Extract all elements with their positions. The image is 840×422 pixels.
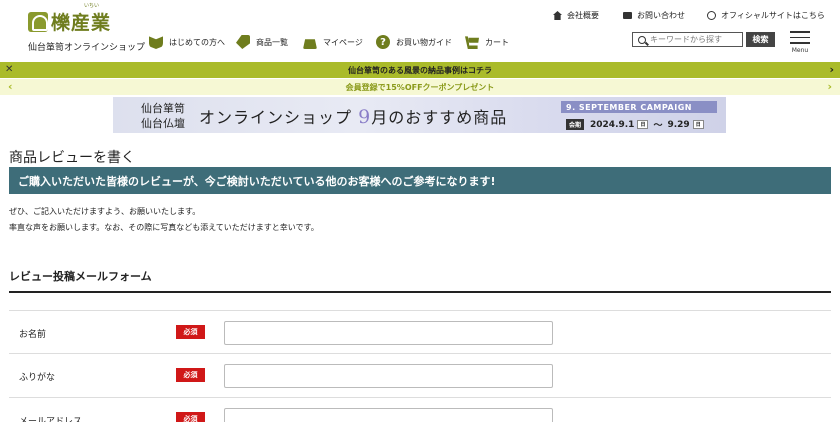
logo-mark-icon (28, 11, 48, 32)
email-field[interactable] (224, 408, 553, 422)
promo-bar[interactable]: ‹ 会員登録で15%OFFクーポンプレゼント › (0, 79, 840, 95)
cart-icon (465, 36, 479, 49)
menu-label: Menu (791, 46, 809, 54)
intro-text-line2: 率直な声をお願いします。なお、その際に写真なども添えていただけますと幸いです。 (9, 223, 319, 232)
chevron-right-icon[interactable]: › (829, 63, 834, 76)
intro-text-line1: ぜひ、ご記入いただけますよう、お願いいたします。 (9, 207, 201, 216)
site-logo[interactable]: 櫟産業 いちい (28, 3, 112, 35)
field-label: ふりがな (19, 373, 56, 383)
search-input[interactable] (650, 35, 740, 44)
nav-item-products[interactable]: 商品一覧 (236, 35, 288, 49)
site-tagline: 仙台箪笥オンラインショップ (28, 43, 146, 53)
nav-item-label: はじめての方へ (169, 37, 225, 47)
notice-text[interactable]: 仙台箪笥のある風景の納品事例はコチラ (348, 65, 492, 76)
lead-banner: ご購入いただいた皆様のレビューが、今ご検討いただいている他のお客様へのご参考にな… (9, 167, 831, 194)
notice-bar[interactable]: ✕ 仙台箪笥のある風景の納品事例はコチラ › (0, 62, 840, 78)
form-row-name: お名前 必須 (9, 310, 831, 354)
required-badge: 必須 (176, 325, 205, 339)
period-tilde: ～ (653, 121, 663, 131)
campaign-period: 会期 2024.9.1 日 ～ 9.29 日 (566, 118, 709, 131)
mail-icon (623, 12, 632, 19)
hamburger-icon (790, 31, 810, 33)
form-title: レビュー投稿メールフォーム (9, 270, 152, 283)
field-label: お名前 (19, 330, 47, 340)
campaign-title-pre: オンラインショップ (199, 108, 359, 127)
logo-text: 櫟産業 (51, 12, 112, 34)
form-divider (9, 291, 831, 293)
util-link-official-site[interactable]: オフィシャルサイトはこちら (707, 10, 825, 21)
util-link-contact[interactable]: お問い合わせ (623, 10, 685, 21)
site-header: 櫟産業 いちい 仙台箪笥オンラインショップ 会社概要 お問い合わせ オフィシャル… (0, 0, 840, 61)
campaign-brand-line1: 仙台箪笥 (141, 102, 185, 115)
period-start: 2024.9.1 (590, 119, 635, 130)
building-icon (553, 11, 562, 20)
close-icon[interactable]: ✕ (5, 64, 13, 75)
globe-icon (707, 11, 716, 20)
nav-item-first-time[interactable]: はじめての方へ (149, 35, 225, 49)
hamburger-icon-bar (790, 36, 810, 38)
util-link-label: オフィシャルサイトはこちら (721, 11, 825, 20)
period-start-day: 日 (637, 120, 649, 129)
campaign-title: オンラインショップ 9月のおすすめ商品 (199, 104, 507, 128)
menu-button[interactable]: Menu (790, 31, 810, 54)
page-title: 商品レビューを書く (9, 150, 135, 166)
chevron-right-icon[interactable]: › (827, 80, 832, 93)
period-end: 9.29 (667, 119, 690, 130)
hamburger-icon-bar (790, 42, 810, 44)
nav-item-label: 商品一覧 (256, 37, 288, 47)
furigana-field[interactable] (224, 364, 553, 388)
form-row-email: メールアドレス 必須 (9, 398, 831, 422)
util-link-label: お問い合わせ (637, 11, 685, 20)
util-link-label: 会社概要 (567, 11, 599, 20)
promo-text[interactable]: 会員登録で15%OFFクーポンプレゼント (346, 82, 495, 93)
campaign-banner[interactable]: 仙台箪笥 仙台仏壇 オンラインショップ 9月のおすすめ商品 9. SEPTEMB… (113, 97, 726, 133)
name-field[interactable] (224, 321, 553, 345)
nav-item-label: カート (485, 37, 509, 47)
period-end-day: 日 (692, 120, 704, 129)
period-label: 会期 (566, 119, 585, 130)
search-button[interactable]: 検索 (746, 32, 775, 47)
nav-item-cart[interactable]: カート (465, 35, 509, 49)
help-icon: ? (376, 35, 390, 49)
nav-item-mypage[interactable]: マイページ (303, 35, 363, 49)
util-link-company[interactable]: 会社概要 (553, 10, 599, 21)
leaf-icon (149, 36, 163, 49)
campaign-badge: 9. SEPTEMBER CAMPAIGN (561, 101, 717, 113)
tag-icon (236, 35, 250, 49)
campaign-month: 9 (358, 106, 372, 128)
required-badge: 必須 (176, 368, 205, 382)
nav-item-label: お買い物ガイド (396, 37, 452, 47)
form-row-furigana: ふりがな 必須 (9, 354, 831, 398)
bag-icon (303, 39, 317, 49)
campaign-title-post: 月のおすすめ商品 (371, 108, 508, 127)
required-badge: 必須 (176, 412, 205, 422)
search-box (632, 32, 743, 47)
campaign-brand-line2: 仙台仏壇 (141, 117, 185, 130)
nav-item-label: マイページ (323, 37, 363, 47)
nav-item-shopping-guide[interactable]: ? お買い物ガイド (376, 35, 452, 49)
logo-ruby: いちい (84, 3, 100, 9)
search-icon (638, 35, 646, 44)
chevron-left-icon[interactable]: ‹ (8, 80, 13, 93)
field-label: メールアドレス (19, 417, 83, 422)
